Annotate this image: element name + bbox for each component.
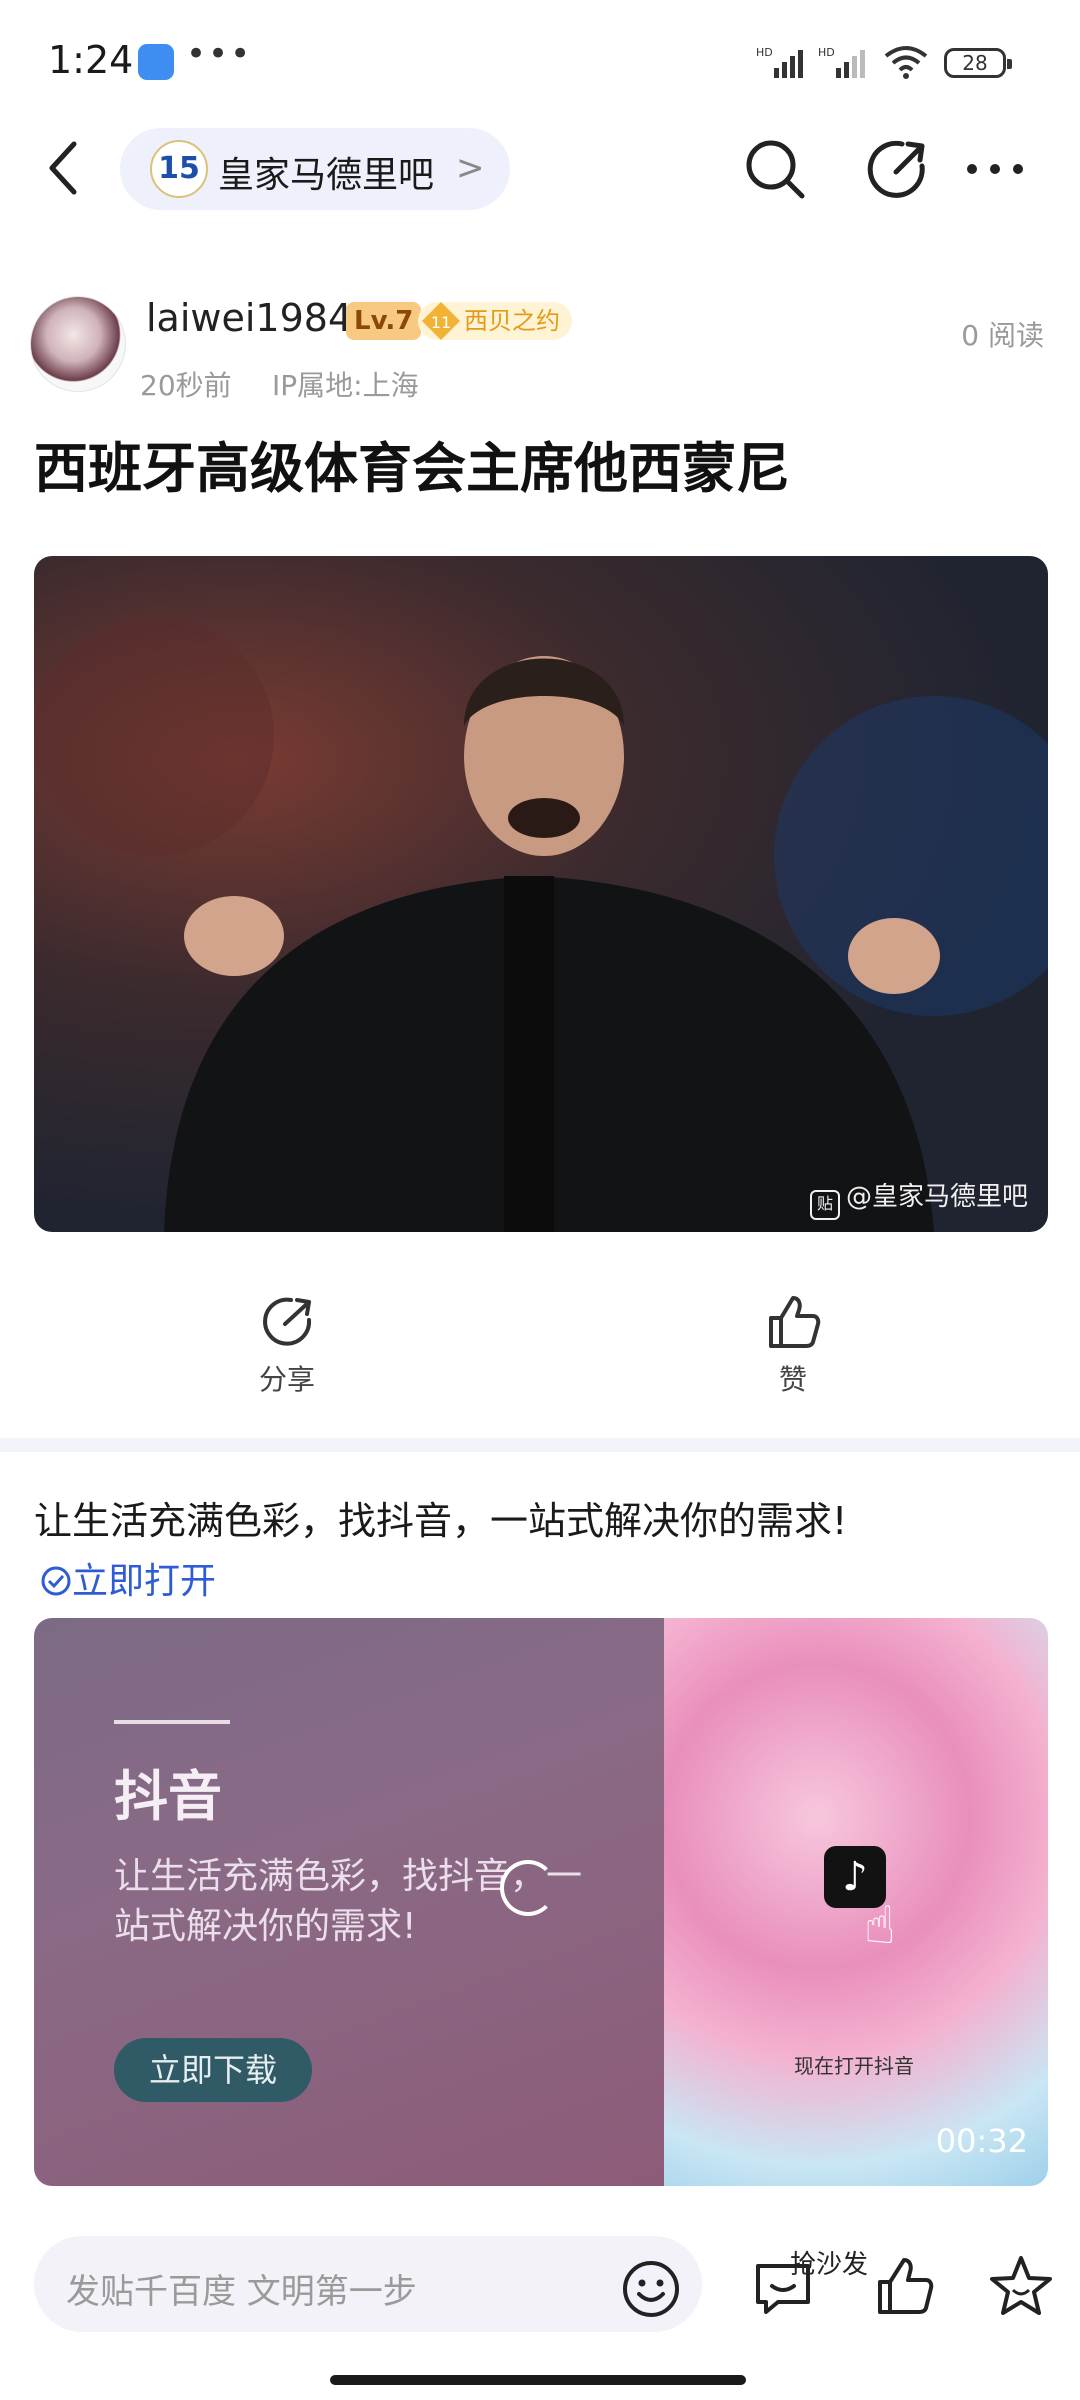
ad-video-card[interactable]: 抖音 让生活充满色彩，找抖音，一站式解决你的需求! 立即下载 ♪ ☝ 现在打开抖…	[34, 1618, 1048, 2186]
coach-figure-illustration	[34, 616, 1048, 1232]
sofa-label: 抢沙发	[790, 2250, 869, 2280]
share-button[interactable]: 分享	[242, 1292, 332, 1398]
ad-divider-line	[114, 1720, 230, 1724]
username[interactable]: laiwei1984	[146, 296, 352, 340]
ad-open-link[interactable]: 立即打开	[40, 1552, 216, 1604]
ad-left-panel: 抖音 让生活充满色彩，找抖音，一站式解决你的需求! 立即下载	[34, 1618, 664, 2186]
thumbs-up-icon[interactable]	[870, 2252, 940, 2322]
more-options-icon[interactable]	[960, 134, 1030, 204]
section-divider	[0, 1438, 1080, 1452]
wifi-icon	[884, 46, 928, 79]
ad-text: 让生活充满色彩，找抖音，一站式解决你的需求!	[34, 1499, 848, 1543]
image-watermark: 贴 @皇家马德里吧	[809, 1176, 1028, 1220]
share-icon[interactable]	[862, 134, 932, 204]
reply-input-placeholder: 发贴千百度 文明第一步	[66, 2272, 417, 2312]
forum-name: 皇家马德里吧	[218, 155, 435, 196]
ad-open-caption: 现在打开抖音	[794, 2054, 914, 2078]
emoji-icon[interactable]	[620, 2258, 682, 2320]
fan-level-diamond-icon: 11	[422, 302, 460, 340]
chevron-right-icon: >	[456, 148, 485, 188]
fan-level-number: 11	[431, 313, 451, 332]
pointer-hand-icon: ☝	[864, 1896, 896, 1956]
share-label: 分享	[258, 1363, 315, 1396]
tieba-logo-icon: 贴	[809, 1190, 840, 1220]
read-count: 0 阅读	[961, 319, 1044, 352]
check-circle-icon	[41, 1566, 71, 1596]
signal-hd-label-1: HD	[756, 46, 773, 59]
avatar[interactable]	[30, 296, 126, 392]
app-notification-icon	[138, 44, 174, 80]
battery-level: 28	[962, 51, 988, 75]
signal-hd-label-2: HD	[818, 46, 835, 59]
more-notifications-icon: •••	[186, 34, 253, 74]
back-arrow-icon[interactable]	[38, 136, 94, 200]
home-indicator[interactable]	[330, 2375, 746, 2385]
share-icon	[263, 1297, 312, 1346]
ad-card-title: 抖音	[114, 1765, 222, 1828]
thumbs-up-icon	[769, 1296, 821, 1348]
post-title: 西班牙高级体育会主席他西蒙尼	[34, 437, 790, 500]
status-time: 1:24	[48, 38, 134, 82]
ad-download-button[interactable]: 立即下载	[114, 2038, 312, 2102]
forum-badge-icon: 15	[150, 140, 208, 198]
star-favorite-icon[interactable]	[986, 2252, 1056, 2322]
ip-location: IP属地:上海	[272, 369, 419, 402]
watermark-text: @皇家马德里吧	[845, 1182, 1028, 1212]
search-icon[interactable]	[740, 134, 810, 204]
post-time: 20秒前	[140, 369, 232, 402]
loading-spinner-icon	[500, 1860, 556, 1916]
video-duration: 00:32	[935, 2122, 1028, 2160]
signal-icon-2: HD	[818, 46, 865, 78]
ad-right-panel: ♪ ☝ 现在打开抖音 00:32	[664, 1618, 1048, 2186]
like-button[interactable]: 赞	[748, 1292, 838, 1398]
signal-icon-1: HD	[756, 46, 803, 78]
ad-open-label: 立即打开	[72, 1561, 217, 1602]
post-image[interactable]: 贴 @皇家马德里吧	[34, 556, 1048, 1232]
level-badge: Lv.7	[346, 302, 422, 340]
battery-icon: 28	[944, 48, 1012, 78]
like-label: 赞	[778, 1363, 807, 1396]
